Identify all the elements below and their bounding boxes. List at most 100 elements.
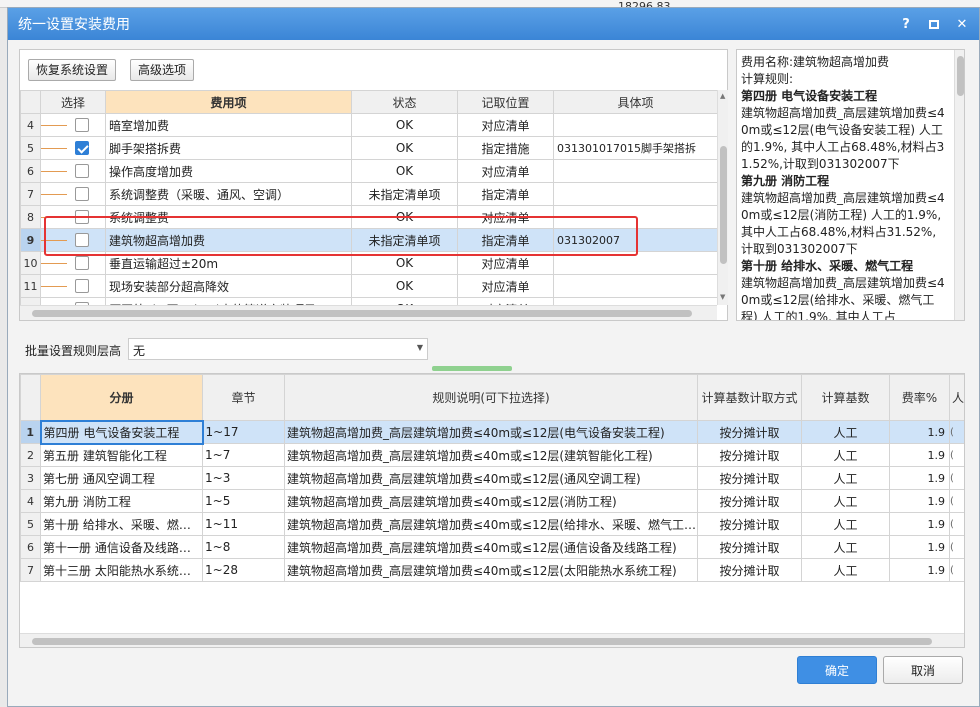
restore-button[interactable]: 恢复系统设置: [28, 59, 117, 81]
fee-col-header[interactable]: [20, 90, 41, 114]
rule-table-row[interactable]: 4 第九册 消防工程 1~5 建筑物超高增加费_高层建筑增加费≤40m或≤12层(消防…: [20, 489, 964, 513]
rule-table-hscroll[interactable]: [20, 633, 964, 647]
fee-table-hscroll[interactable]: [20, 305, 717, 320]
base-cell[interactable]: 人工: [801, 443, 890, 467]
select-checkbox[interactable]: [75, 256, 89, 271]
help-button[interactable]: ?: [895, 13, 917, 35]
rule-cell[interactable]: 建筑物超高增加费_高层建筑增加费≤40m或≤12层(建筑智能化工程): [284, 443, 698, 467]
fee-table-vscroll-thumb[interactable]: [720, 146, 727, 264]
base-cell[interactable]: 人工: [801, 512, 890, 536]
method-cell[interactable]: 按分摊计取: [697, 489, 802, 513]
fee-detail[interactable]: [553, 182, 717, 206]
cancel-button[interactable]: 取消: [883, 656, 963, 684]
rule-cell[interactable]: 建筑物超高增加费_高层建筑增加费≤40m或≤12层(消防工程): [284, 489, 698, 513]
rule-col-header[interactable]: [20, 374, 41, 421]
rate-cell[interactable]: 1.9: [889, 535, 950, 559]
fee-location[interactable]: 指定清单: [457, 182, 554, 206]
fee-col-header[interactable]: 费用项: [105, 90, 352, 114]
method-cell[interactable]: 按分摊计取: [697, 558, 802, 582]
chapter-cell[interactable]: 1~3: [202, 466, 285, 490]
select-checkbox[interactable]: [75, 141, 89, 156]
fee-table-row[interactable]: 6 操作高度增加费 OK 对应清单: [20, 159, 717, 183]
rule-col-header[interactable]: 规则说明(可下拉选择): [284, 374, 698, 421]
rule-cell[interactable]: 建筑物超高增加费_高层建筑增加费≤40m或≤12层(电气设备安装工程): [284, 420, 698, 444]
chapter-cell[interactable]: 1~11: [202, 512, 285, 536]
volume-cell[interactable]: 第十册 给排水、采暖、燃气工程: [40, 512, 203, 536]
chapter-cell[interactable]: 1~17: [202, 420, 285, 444]
fee-col-header[interactable]: 具体项: [553, 90, 717, 114]
fee-detail[interactable]: 031301017015脚手架搭拆: [553, 136, 717, 160]
rule-table-row[interactable]: 1 第四册 电气设备安装工程 1~17 建筑物超高增加费_高层建筑增加费≤40m或≤1…: [20, 419, 964, 445]
advanced-options-button[interactable]: 高级选项: [130, 59, 195, 81]
volume-cell[interactable]: 第九册 消防工程: [40, 489, 203, 513]
rate-cell[interactable]: 1.9: [889, 443, 950, 467]
select-cell[interactable]: [40, 274, 106, 298]
select-cell[interactable]: [40, 159, 106, 183]
rule-table-row[interactable]: 7 第十三册 太阳能热水系统工程 1~28 建筑物超高增加费_高层建筑增加费≤40m或…: [20, 558, 964, 582]
volume-cell[interactable]: 第七册 通风空调工程: [40, 466, 203, 490]
rule-cell[interactable]: 建筑物超高增加费_高层建筑增加费≤40m或≤12层(太阳能热水系统工程): [284, 558, 698, 582]
method-cell[interactable]: 按分摊计取: [697, 420, 802, 444]
fee-table-row[interactable]: 11 现场安装部分超高降效 OK 对应清单: [20, 274, 717, 298]
select-cell[interactable]: [40, 297, 106, 305]
chapter-cell[interactable]: 1~5: [202, 489, 285, 513]
volume-cell[interactable]: 第五册 建筑智能化工程: [40, 443, 203, 467]
rule-table-row[interactable]: 6 第十一册 通信设备及线路工程 1~8 建筑物超高增加费_高层建筑增加费≤40m或≤…: [20, 535, 964, 559]
rule-col-header[interactable]: 计算基数: [801, 374, 890, 421]
splitter-handle[interactable]: [432, 366, 512, 371]
maximize-icon[interactable]: [923, 13, 945, 35]
rule-table-hscroll-thumb[interactable]: [32, 638, 932, 645]
rule-cell[interactable]: 建筑物超高增加费_高层建筑增加费≤40m或≤12层(通风空调工程): [284, 466, 698, 490]
info-panel-vscroll[interactable]: [954, 50, 964, 320]
rule-col-header[interactable]: 人: [949, 374, 964, 421]
fee-table-row[interactable]: 7 系统调整费（采暖、通风、空调） 未指定清单项 指定清单: [20, 182, 717, 206]
fee-detail[interactable]: [553, 274, 717, 298]
batch-select[interactable]: 无 ▼: [128, 338, 428, 360]
fee-location[interactable]: 指定措施: [457, 136, 554, 160]
info-panel-vscroll-thumb[interactable]: [957, 56, 964, 96]
rate-cell[interactable]: 1.9: [889, 420, 950, 444]
method-cell[interactable]: 按分摊计取: [697, 512, 802, 536]
fee-table-row[interactable]: 12 压区外1kv至10kv以内的管道安装项目OK对应清单: [20, 297, 717, 305]
fee-table-hscroll-thumb[interactable]: [32, 310, 692, 317]
fee-location[interactable]: 对应清单: [457, 159, 554, 183]
rate-cell[interactable]: 1.9: [889, 466, 950, 490]
fee-col-header[interactable]: 记取位置: [457, 90, 554, 114]
select-checkbox[interactable]: [75, 187, 89, 202]
rate-cell[interactable]: 1.9: [889, 512, 950, 536]
select-checkbox[interactable]: [75, 118, 89, 133]
chapter-cell[interactable]: 1~8: [202, 535, 285, 559]
chapter-cell[interactable]: 1~7: [202, 443, 285, 467]
select-cell[interactable]: [40, 113, 106, 137]
base-cell[interactable]: 人工: [801, 489, 890, 513]
base-cell[interactable]: 人工: [801, 466, 890, 490]
fee-table-vscroll[interactable]: ▲ ▼: [717, 90, 728, 305]
volume-cell[interactable]: 第十一册 通信设备及线路工程: [40, 535, 203, 559]
select-cell[interactable]: [40, 136, 106, 160]
rule-table-row[interactable]: 3 第七册 通风空调工程 1~3 建筑物超高增加费_高层建筑增加费≤40m或≤12层(…: [20, 466, 964, 490]
method-cell[interactable]: 按分摊计取: [697, 535, 802, 559]
rate-cell[interactable]: 1.9: [889, 558, 950, 582]
rate-cell[interactable]: 1.9: [889, 489, 950, 513]
method-cell[interactable]: 按分摊计取: [697, 443, 802, 467]
volume-cell[interactable]: 第十三册 太阳能热水系统工程: [40, 558, 203, 582]
select-checkbox[interactable]: [75, 279, 89, 294]
fee-col-header[interactable]: 选择: [40, 90, 106, 114]
rule-table-row[interactable]: 2 第五册 建筑智能化工程 1~7 建筑物超高增加费_高层建筑增加费≤40m或≤12层…: [20, 443, 964, 467]
fee-detail[interactable]: [553, 297, 717, 305]
ok-button[interactable]: 确定: [797, 656, 877, 684]
fee-location[interactable]: 对应清单: [457, 297, 554, 305]
scroll-down-icon[interactable]: ▼: [720, 293, 725, 301]
rule-cell[interactable]: 建筑物超高增加费_高层建筑增加费≤40m或≤12层(给排水、采暖、燃气工程): [284, 512, 698, 536]
volume-cell[interactable]: 第四册 电气设备安装工程: [39, 419, 204, 445]
select-cell[interactable]: [40, 182, 106, 206]
rule-col-header[interactable]: 费率%: [889, 374, 950, 421]
fee-col-header[interactable]: 状态: [351, 90, 458, 114]
rule-table-row[interactable]: 5 第十册 给排水、采暖、燃气工程 1~11 建筑物超高增加费_高层建筑增加费≤40m…: [20, 512, 964, 536]
chapter-cell[interactable]: 1~28: [202, 558, 285, 582]
rule-cell[interactable]: 建筑物超高增加费_高层建筑增加费≤40m或≤12层(通信设备及线路工程): [284, 535, 698, 559]
fee-table-row[interactable]: 5 脚手架搭拆费 OK 指定措施 031301017015脚手架搭拆: [20, 136, 717, 160]
rule-col-header[interactable]: 分册: [40, 374, 203, 421]
fee-location[interactable]: 对应清单: [457, 113, 554, 137]
select-checkbox[interactable]: [75, 164, 89, 179]
